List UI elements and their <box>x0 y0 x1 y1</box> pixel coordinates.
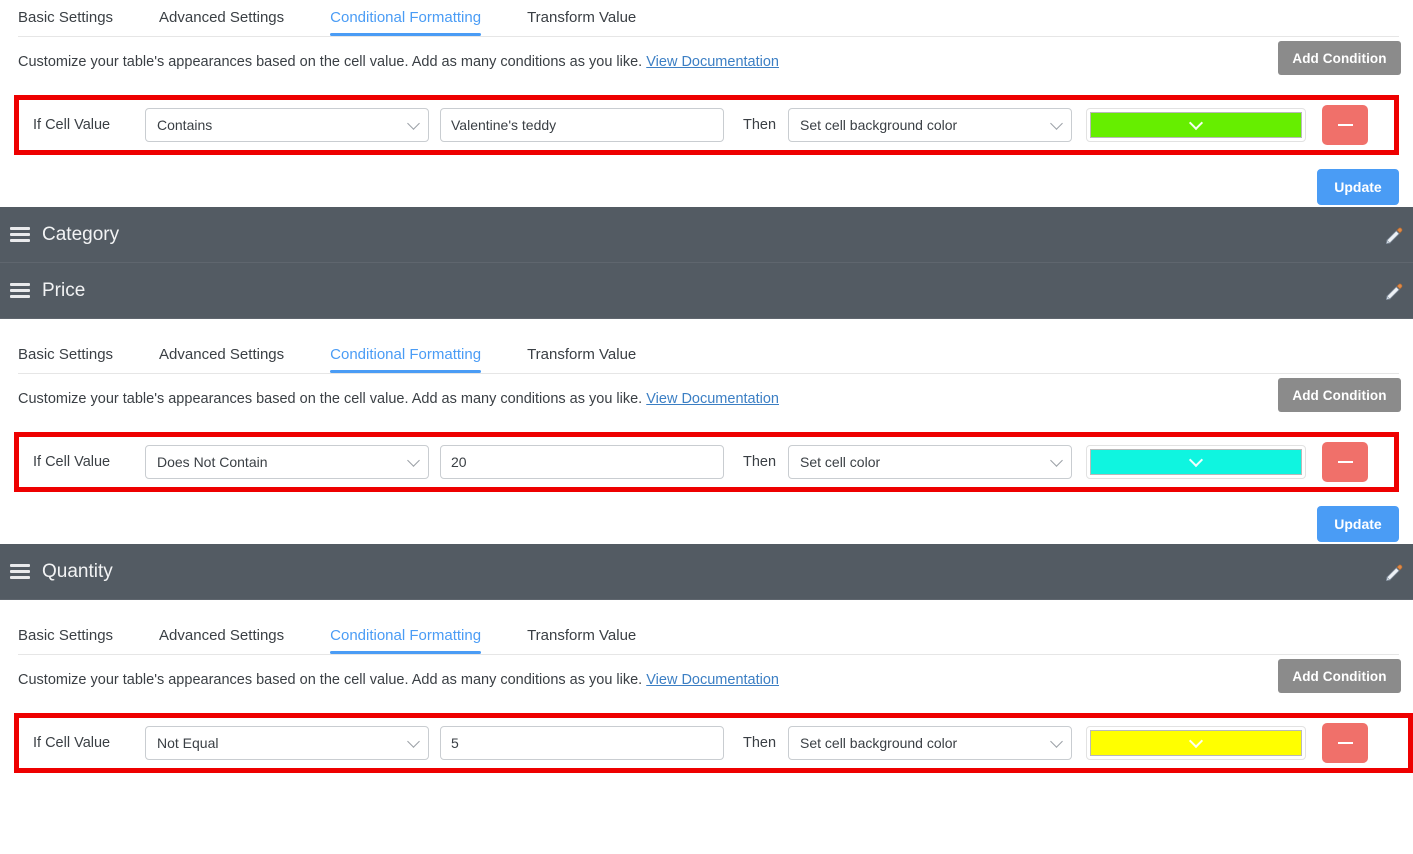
condition-value-input-top[interactable] <box>440 108 724 142</box>
add-condition-button[interactable]: Add Condition <box>1278 659 1401 693</box>
description-sentence: Customize your table's appearances based… <box>18 672 643 688</box>
update-row-price: Update <box>0 492 1413 544</box>
condition-highlight-price: If Cell Value Does Not Contain Then Set … <box>14 432 1399 492</box>
edit-pencil-icon[interactable] <box>1385 282 1403 300</box>
color-picker-top[interactable] <box>1086 108 1306 142</box>
then-label: Then <box>743 117 777 133</box>
panel-top: Basic Settings Advanced Settings Conditi… <box>0 0 1413 207</box>
action-select-value: Set cell background color <box>800 735 958 751</box>
chevron-down-icon <box>407 117 420 130</box>
action-select-price[interactable]: Set cell color <box>788 445 1072 479</box>
tab-basic-settings[interactable]: Basic Settings <box>18 618 113 654</box>
tab-advanced-settings[interactable]: Advanced Settings <box>159 0 284 36</box>
chevron-down-icon <box>1188 115 1204 131</box>
chevron-down-icon <box>407 735 420 748</box>
description-row-price: Customize your table's appearances based… <box>0 374 1413 426</box>
remove-condition-button-quantity[interactable] <box>1322 723 1368 763</box>
color-picker-price[interactable] <box>1086 445 1306 479</box>
condition-row-quantity: If Cell Value Not Equal Then Set cell ba… <box>19 718 1408 768</box>
action-select-top[interactable]: Set cell background color <box>788 108 1072 142</box>
description-text: Customize your table's appearances based… <box>18 53 1395 71</box>
condition-highlight-quantity: If Cell Value Not Equal Then Set cell ba… <box>14 713 1413 773</box>
condition-highlight-top: If Cell Value Contains Then Set cell bac… <box>14 95 1399 155</box>
operator-select-value: Contains <box>157 117 213 133</box>
remove-condition-button-top[interactable] <box>1322 105 1368 145</box>
chevron-down-icon <box>1188 733 1204 749</box>
color-swatch <box>1090 730 1302 756</box>
tab-basic-settings[interactable]: Basic Settings <box>18 337 113 373</box>
color-picker-quantity[interactable] <box>1086 726 1306 760</box>
if-cell-value-label: If Cell Value <box>33 117 111 133</box>
if-cell-value-label: If Cell Value <box>33 735 111 751</box>
action-select-value: Set cell color <box>800 454 881 470</box>
drag-handle-icon[interactable] <box>10 564 30 579</box>
if-cell-value-label: If Cell Value <box>33 454 111 470</box>
description-text: Customize your table's appearances based… <box>18 390 1395 408</box>
drag-handle-icon[interactable] <box>10 283 30 298</box>
description-sentence: Customize your table's appearances based… <box>18 54 643 70</box>
update-row-top: Update <box>0 155 1413 207</box>
chevron-down-icon <box>1050 735 1063 748</box>
condition-row-price: If Cell Value Does Not Contain Then Set … <box>19 437 1394 487</box>
tab-bar-quantity: Basic Settings Advanced Settings Conditi… <box>0 600 1413 655</box>
tab-transform-value[interactable]: Transform Value <box>527 337 636 373</box>
action-select-value: Set cell background color <box>800 117 958 133</box>
view-documentation-link[interactable]: View Documentation <box>646 391 779 407</box>
operator-select-value: Does Not Contain <box>157 454 268 470</box>
tab-conditional-formatting[interactable]: Conditional Formatting <box>330 0 481 36</box>
color-swatch <box>1090 112 1302 138</box>
panel-price: Basic Settings Advanced Settings Conditi… <box>0 319 1413 544</box>
operator-select-value: Not Equal <box>157 735 219 751</box>
add-condition-button[interactable]: Add Condition <box>1278 41 1401 75</box>
tab-conditional-formatting[interactable]: Conditional Formatting <box>330 337 481 373</box>
description-sentence: Customize your table's appearances based… <box>18 391 643 407</box>
tab-transform-value[interactable]: Transform Value <box>527 0 636 36</box>
view-documentation-link[interactable]: View Documentation <box>646 672 779 688</box>
column-header-category[interactable]: Category <box>0 207 1413 263</box>
tab-conditional-formatting[interactable]: Conditional Formatting <box>330 618 481 654</box>
view-documentation-link[interactable]: View Documentation <box>646 54 779 70</box>
then-label: Then <box>743 454 777 470</box>
column-title-category: Category <box>42 223 120 245</box>
chevron-down-icon <box>407 454 420 467</box>
drag-handle-icon[interactable] <box>10 227 30 242</box>
conditional-formatting-page: Basic Settings Advanced Settings Conditi… <box>0 0 1413 854</box>
edit-pencil-icon[interactable] <box>1385 226 1403 244</box>
tab-bar-top: Basic Settings Advanced Settings Conditi… <box>0 0 1413 37</box>
minus-icon <box>1337 460 1353 464</box>
column-header-quantity[interactable]: Quantity <box>0 544 1413 600</box>
minus-icon <box>1337 741 1353 745</box>
column-title-quantity: Quantity <box>42 560 113 582</box>
tab-transform-value[interactable]: Transform Value <box>527 618 636 654</box>
tab-advanced-settings[interactable]: Advanced Settings <box>159 618 284 654</box>
remove-condition-button-price[interactable] <box>1322 442 1368 482</box>
condition-row-top: If Cell Value Contains Then Set cell bac… <box>19 100 1394 150</box>
minus-icon <box>1337 123 1353 127</box>
description-text: Customize your table's appearances based… <box>18 671 1395 689</box>
description-row-quantity: Customize your table's appearances based… <box>0 655 1413 707</box>
condition-value-input-quantity[interactable] <box>440 726 724 760</box>
tab-basic-settings[interactable]: Basic Settings <box>18 0 113 36</box>
tab-bar-price: Basic Settings Advanced Settings Conditi… <box>0 319 1413 374</box>
update-button-top[interactable]: Update <box>1317 169 1399 205</box>
edit-pencil-icon[interactable] <box>1385 563 1403 581</box>
tab-advanced-settings[interactable]: Advanced Settings <box>159 337 284 373</box>
panel-quantity: Basic Settings Advanced Settings Conditi… <box>0 600 1413 773</box>
chevron-down-icon <box>1188 452 1204 468</box>
column-title-price: Price <box>42 279 86 301</box>
chevron-down-icon <box>1050 117 1063 130</box>
description-row-top: Customize your table's appearances based… <box>0 37 1413 89</box>
action-select-quantity[interactable]: Set cell background color <box>788 726 1072 760</box>
update-button-price[interactable]: Update <box>1317 506 1399 542</box>
operator-select-top[interactable]: Contains <box>145 108 429 142</box>
condition-value-input-price[interactable] <box>440 445 724 479</box>
color-swatch <box>1090 449 1302 475</box>
chevron-down-icon <box>1050 454 1063 467</box>
then-label: Then <box>743 735 777 751</box>
operator-select-quantity[interactable]: Not Equal <box>145 726 429 760</box>
add-condition-button[interactable]: Add Condition <box>1278 378 1401 412</box>
operator-select-price[interactable]: Does Not Contain <box>145 445 429 479</box>
column-header-price[interactable]: Price <box>0 263 1413 319</box>
